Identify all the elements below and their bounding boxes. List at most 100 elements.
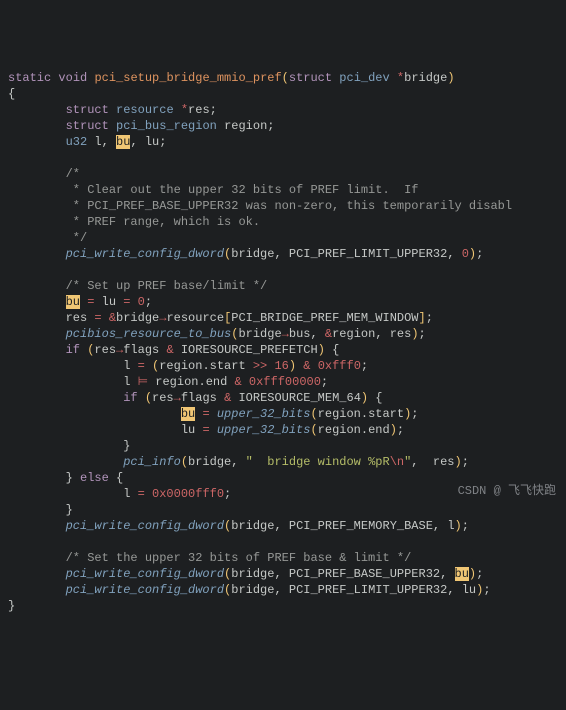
id: lu [181,423,203,437]
sp [109,135,116,149]
semi: ; [267,119,274,133]
paren: ) [469,567,476,581]
semi: ; [397,423,404,437]
num: 0 [462,247,469,261]
code-line: pci_write_config_dword(bridge, PCI_PREF_… [8,583,491,597]
call: pcibios_resource_to_bus [66,327,232,341]
id: bridge [116,311,159,325]
comma: , [274,567,288,581]
paren: ) [476,583,483,597]
semi: ; [210,103,217,117]
id: res [188,103,210,117]
code-line: /* Set the upper 32 bits of PREF base & … [8,551,411,565]
code-line: pci_write_config_dword(bridge, PCI_PREF_… [8,247,483,261]
sp [138,391,145,405]
macro: PCI_PREF_BASE_UPPER32 [289,567,440,581]
code-line: * Clear out the upper 32 bits of PREF li… [8,183,418,197]
kw: else [80,471,109,485]
code-line: if (res→flags & IORESOURCE_PREFETCH) { [8,343,339,357]
id: flags [181,391,224,405]
arg: bridge [404,71,447,85]
brace: { [332,343,339,357]
paren: ) [289,359,296,373]
kw: struct [66,119,109,133]
sp [210,423,217,437]
code-line: } [8,439,130,453]
code-line: /* Set up PREF base/limit */ [8,279,267,293]
semi: ; [159,135,166,149]
semi: ; [462,519,469,533]
semi: ; [321,375,328,389]
macro: PCI_PREF_MEMORY_BASE [289,519,433,533]
code-line: u32 l, bu, lu; [8,135,166,149]
comment: * Clear out the upper 32 bits of PREF li… [66,183,419,197]
comma: , lu [447,583,476,597]
code-line: * PREF range, which is ok. [8,215,260,229]
code-line: static void pci_setup_bridge_mmio_pref(s… [8,71,455,85]
paren: ( [310,407,317,421]
comma: , [440,567,454,581]
code-line: { [8,87,15,101]
semi: ; [476,247,483,261]
code-line: l = (region.start >> 16) & 0xfff0; [8,359,368,373]
brace: } [66,503,73,517]
macro: IORESOURCE_MEM_64 [238,391,360,405]
comma: , [274,583,288,597]
comma: , [433,519,447,533]
call: upper_32_bits [217,407,311,421]
code-line: } [8,599,15,613]
comma: , [102,135,109,149]
arg: region [332,327,375,341]
string: " [246,455,253,469]
type: resource [116,103,174,117]
code-line: lu = upper_32_bits(region.end); [8,423,404,437]
id: region.end [148,375,234,389]
id: res [66,311,95,325]
op: & [325,327,332,341]
comma: , [375,327,389,341]
type: pci_dev [339,71,389,85]
id: l [123,359,137,373]
id: l [123,487,137,501]
paren: ( [224,583,231,597]
sp [210,407,217,421]
arg: bus [289,327,311,341]
code-line: pci_write_config_dword(bridge, PCI_PREF_… [8,519,469,533]
string: bridge window %pR [253,455,390,469]
arg: bridge [238,327,281,341]
op: & [166,343,173,357]
search-highlight: bu [116,135,130,149]
code-line: res = &bridge→resource[PCI_BRIDGE_PREF_M… [8,311,433,325]
call: pci_write_config_dword [66,583,224,597]
op: * [181,103,188,117]
semi: ; [419,327,426,341]
arg: res [426,455,455,469]
op: = [202,423,209,437]
sp [145,487,152,501]
sp [145,359,152,373]
kw: if [123,391,137,405]
id: res [152,391,174,405]
arrow: → [282,327,289,341]
paren: ) [447,71,454,85]
sp [242,375,249,389]
sp [130,295,137,309]
paren: ) [455,519,462,533]
id: region.start [159,359,253,373]
paren: ( [282,71,289,85]
op: >> [253,359,267,373]
arg: l [447,519,454,533]
comment: /* [66,167,80,181]
arg: res [390,327,412,341]
call: pci_write_config_dword [66,567,224,581]
semi: ; [411,407,418,421]
code-line: */ [8,231,87,245]
num: 16 [274,359,288,373]
num: 0 [138,295,145,309]
sp [310,359,317,373]
id: l [123,375,137,389]
code-line: pci_info(bridge, " bridge window %pR\n",… [8,455,469,469]
sp [174,343,181,357]
comment: */ [66,231,88,245]
search-highlight: bu [181,407,195,421]
